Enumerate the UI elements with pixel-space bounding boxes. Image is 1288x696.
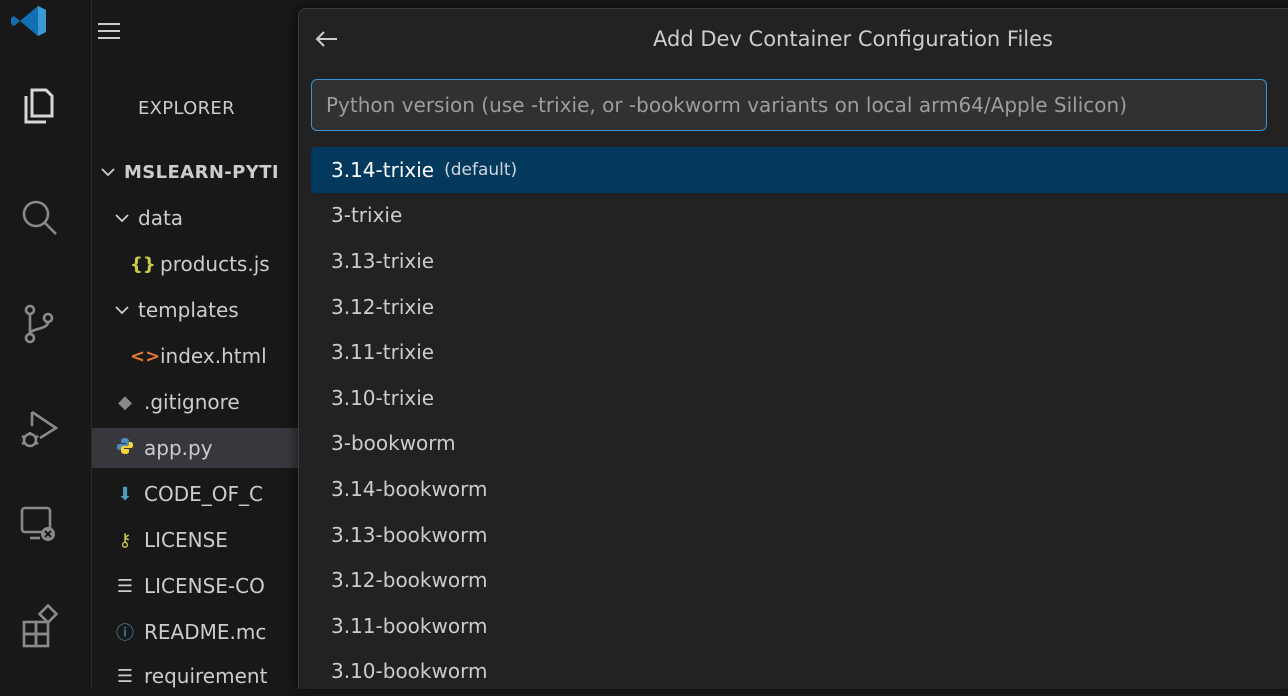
chevron-down-icon bbox=[115, 306, 129, 315]
tree-item-label: app.py bbox=[144, 436, 213, 460]
search-icon[interactable] bbox=[16, 194, 62, 240]
tree-file-products[interactable]: {} products.js bbox=[92, 244, 302, 284]
item-label: 3.14-bookworm bbox=[331, 476, 488, 501]
text-lines-icon: ☰ bbox=[116, 575, 134, 597]
quick-pick-item[interactable]: 3.13-bookworm bbox=[311, 512, 1288, 558]
git-icon: ◆ bbox=[118, 391, 132, 413]
tree-item-label: templates bbox=[138, 298, 239, 322]
info-icon: ⓘ bbox=[116, 623, 134, 644]
quick-pick-item[interactable]: 3.10-bookworm bbox=[311, 649, 1288, 695]
tree-item-label: index.html bbox=[160, 344, 267, 368]
explorer-sidebar: EXPLORER MSLEARN-PYTI data {} products.j… bbox=[92, 68, 302, 689]
quick-pick-item[interactable]: 3.13-trixie bbox=[311, 238, 1288, 284]
quick-pick-item[interactable]: 3.11-bookworm bbox=[311, 603, 1288, 649]
hamburger-menu-icon[interactable] bbox=[96, 20, 122, 42]
quick-pick-item[interactable]: 3.12-trixie bbox=[311, 284, 1288, 330]
item-label: 3.14-trixie bbox=[331, 157, 435, 182]
markdown-download-icon: ⬇ bbox=[117, 483, 133, 505]
tree-root-folder[interactable]: MSLEARN-PYTI bbox=[92, 152, 302, 192]
quick-pick-dialog: Add Dev Container Configuration Files 3.… bbox=[298, 8, 1288, 689]
chevron-down-icon bbox=[115, 214, 129, 223]
tree-item-label: CODE_OF_C bbox=[144, 482, 263, 506]
vscode-logo-icon bbox=[11, 6, 46, 36]
quick-pick-item[interactable]: 3.14-bookworm bbox=[311, 466, 1288, 512]
tree-item-label: LICENSE-CO bbox=[144, 574, 265, 598]
tree-item-label: .gitignore bbox=[144, 390, 240, 414]
text-lines-icon: ☰ bbox=[116, 665, 134, 687]
quick-pick-title: Add Dev Container Configuration Files bbox=[653, 27, 1053, 51]
html-icon: <> bbox=[130, 345, 161, 367]
item-label: 3-bookworm bbox=[331, 431, 456, 456]
item-label: 3.10-trixie bbox=[331, 385, 435, 410]
item-label: 3.12-bookworm bbox=[331, 568, 488, 593]
quick-pick-item[interactable]: 3.11-trixie bbox=[311, 329, 1288, 375]
explorer-title: EXPLORER bbox=[138, 98, 235, 119]
tree-root-label: MSLEARN-PYTI bbox=[124, 161, 279, 183]
item-label: 3.12-trixie bbox=[331, 294, 435, 319]
python-icon bbox=[114, 437, 136, 460]
tree-folder-data[interactable]: data bbox=[92, 198, 302, 238]
extensions-icon[interactable] bbox=[16, 603, 62, 650]
json-icon: {} bbox=[130, 253, 156, 275]
explorer-icon[interactable] bbox=[16, 82, 62, 128]
tree-file-requirements[interactable]: ☰ requirement bbox=[92, 656, 302, 696]
item-label: 3.13-bookworm bbox=[331, 522, 488, 547]
quick-pick-item[interactable]: 3.12-bookworm bbox=[311, 557, 1288, 603]
item-label: 3.11-trixie bbox=[331, 340, 435, 365]
item-label: 3.13-trixie bbox=[331, 248, 435, 273]
tree-item-label: LICENSE bbox=[144, 528, 228, 552]
tree-file-index[interactable]: <> index.html bbox=[92, 336, 302, 376]
item-label: 3.11-bookworm bbox=[331, 613, 488, 638]
tree-file-code-of-conduct[interactable]: ⬇ CODE_OF_C bbox=[92, 474, 302, 514]
source-control-icon[interactable] bbox=[16, 300, 62, 346]
activity-bar bbox=[0, 0, 92, 689]
quick-pick-item[interactable]: 3-trixie bbox=[311, 193, 1288, 239]
item-label: 3.10-bookworm bbox=[331, 659, 488, 684]
tree-file-app[interactable]: app.py bbox=[92, 428, 302, 468]
quick-pick-list: 3.14-trixie (default) 3-trixie 3.13-trix… bbox=[311, 147, 1288, 694]
tree-item-label: products.js bbox=[160, 252, 270, 276]
quick-pick-item[interactable]: 3.10-trixie bbox=[311, 375, 1288, 421]
run-debug-icon[interactable] bbox=[16, 406, 62, 452]
quick-pick-item[interactable]: 3-bookworm bbox=[311, 421, 1288, 467]
tree-file-gitignore[interactable]: ◆ .gitignore bbox=[92, 382, 302, 422]
item-description: (default) bbox=[444, 159, 518, 180]
tree-item-label: data bbox=[138, 206, 184, 230]
license-icon: ⚷ bbox=[118, 529, 132, 551]
chevron-down-icon bbox=[101, 168, 115, 177]
tree-file-license[interactable]: ⚷ LICENSE bbox=[92, 520, 302, 560]
quick-pick-item[interactable]: 3.14-trixie (default) bbox=[311, 147, 1288, 193]
tree-file-readme[interactable]: ⓘ README.mc bbox=[92, 612, 302, 652]
quick-pick-input[interactable] bbox=[311, 79, 1267, 131]
remote-explorer-icon[interactable] bbox=[16, 500, 62, 546]
tree-item-label: requirement bbox=[144, 664, 268, 688]
tree-item-label: README.mc bbox=[144, 620, 267, 644]
item-label: 3-trixie bbox=[331, 203, 403, 228]
tree-file-license-code[interactable]: ☰ LICENSE-CO bbox=[92, 566, 302, 606]
tree-folder-templates[interactable]: templates bbox=[92, 290, 302, 330]
